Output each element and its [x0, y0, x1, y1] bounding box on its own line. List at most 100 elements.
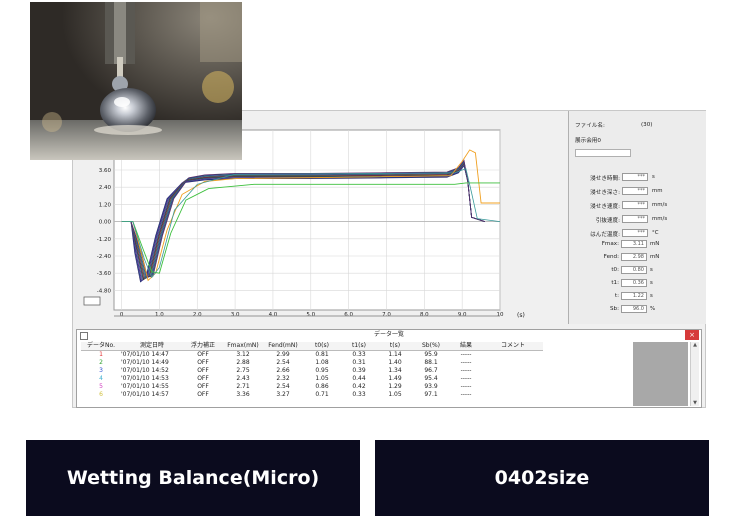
table-cell: 3 — [99, 367, 103, 374]
table-cell: 3.27 — [276, 391, 290, 398]
sample-name-label: 展示会用0 — [575, 138, 601, 144]
param-value-field[interactable]: *** — [622, 187, 648, 195]
table-cell: ----- — [460, 367, 472, 374]
table-cell: 2.54 — [276, 359, 290, 366]
column-header[interactable]: コメント — [483, 342, 543, 351]
param-value-field[interactable]: *** — [622, 201, 648, 209]
table-row[interactable]: 3 '07/01/10 14:52 OFF 2.75 2.66 0.95 0.39 1.34 9… — [81, 367, 543, 375]
table-row[interactable]: 4 '07/01/10 14:53 OFF 2.43 2.32 1.05 0.44 1.49 9… — [81, 375, 543, 383]
table-cell: 4 — [99, 375, 103, 382]
table-cell — [483, 351, 543, 360]
table-cell: 97.1 — [424, 391, 438, 398]
table-cell: ----- — [460, 351, 472, 358]
table-row[interactable]: 6 '07/01/10 14:57 OFF 3.36 3.27 0.71 0.33 1.05 9… — [81, 391, 543, 399]
result-value-field: 2.98 — [621, 253, 647, 261]
wetting-balance-micro-button[interactable]: Wetting Balance(Micro) — [26, 440, 360, 516]
table-cell: '07/01/10 14:49 — [121, 359, 169, 366]
table-cell: 2.99 — [276, 351, 290, 358]
param-label: はんだ温度: — [590, 232, 620, 238]
x-tick-label: 8.0 — [420, 312, 429, 318]
table-cell: 95.4 — [424, 375, 438, 382]
table-cell — [483, 391, 543, 399]
table-cell: 2.54 — [276, 383, 290, 390]
param-value-field[interactable]: *** — [622, 173, 648, 181]
table-cell: 0.95 — [315, 367, 329, 374]
result-unit: mN — [650, 254, 660, 260]
param-value-field[interactable]: *** — [622, 215, 648, 223]
parameter-panel: ファイル名: (30) 展示会用0 浸せき時間: *** s 浸せき深さ: *** mm 浸… — [568, 111, 706, 324]
result-unit: s — [650, 293, 653, 299]
result-label: t0: — [611, 267, 619, 273]
param-label: 浸せき深さ: — [590, 190, 620, 196]
result-label: t: — [614, 293, 619, 299]
scroll-down-icon[interactable]: ▼ — [691, 400, 699, 406]
y-tick-label: 3.60 — [99, 168, 112, 174]
column-header[interactable]: t(s) — [377, 342, 413, 351]
result-label: t1: — [611, 280, 619, 286]
table-cell: 0.42 — [352, 383, 366, 390]
table-cell: 1.49 — [388, 375, 402, 382]
y-tick-label: 0.00 — [99, 220, 112, 226]
size-0402-button[interactable]: 0402size — [375, 440, 709, 516]
column-header[interactable]: t0(s) — [303, 342, 341, 351]
file-name-label: ファイル名: — [575, 123, 605, 129]
column-header[interactable]: データNo. — [81, 342, 121, 351]
column-header[interactable]: 浮力補正 — [183, 342, 223, 351]
table-row[interactable]: 1 '07/01/10 14:47 OFF 3.12 2.99 0.81 0.33 1.14 9… — [81, 351, 543, 360]
column-header[interactable]: 結果 — [449, 342, 483, 351]
table-cell: OFF — [197, 383, 209, 390]
param-value-field[interactable]: *** — [622, 229, 648, 237]
result-value-field: 0.36 — [621, 279, 647, 287]
table-cell: 1.34 — [388, 367, 402, 374]
y-tick-label: -3.60 — [97, 271, 112, 277]
table-cell: OFF — [197, 367, 209, 374]
table-cell: 6 — [99, 391, 103, 398]
table-cell: ----- — [460, 359, 472, 366]
table-cell: 0.81 — [315, 351, 329, 358]
x-unit-label: (s) — [517, 312, 525, 319]
column-header[interactable]: Fend(mN) — [263, 342, 303, 351]
x-tick-label: 3.0 — [231, 312, 240, 318]
result-unit: s — [650, 267, 653, 273]
table-cell: 1.29 — [388, 383, 402, 390]
y-tick-label: -4.80 — [97, 288, 112, 294]
column-header[interactable]: Fmax(mN) — [223, 342, 263, 351]
table-cell: 95.9 — [424, 351, 438, 358]
table-scrollbar[interactable]: ▲ ▼ — [690, 342, 699, 406]
result-value-field: 96.0 — [621, 305, 647, 313]
close-button[interactable]: × — [685, 330, 699, 340]
table-cell: 1.08 — [315, 359, 329, 366]
table-cell: '07/01/10 14:57 — [121, 391, 169, 398]
table-row[interactable]: 5 '07/01/10 14:55 OFF 2.71 2.54 0.86 0.42 1.29 9… — [81, 383, 543, 391]
table-cell — [483, 383, 543, 391]
table-cell: 88.1 — [424, 359, 438, 366]
table-cell: 0.44 — [352, 375, 366, 382]
file-name-value: (30) — [641, 122, 653, 128]
param-unit: s — [652, 174, 655, 180]
param-unit: mm/s — [652, 216, 668, 222]
param-unit: mm/s — [652, 202, 668, 208]
table-cell: 3.36 — [236, 391, 250, 398]
scroll-up-icon[interactable]: ▲ — [691, 342, 699, 348]
table-cell: 2.66 — [276, 367, 290, 374]
table-cell: 96.7 — [424, 367, 438, 374]
table-empty-area — [633, 342, 688, 406]
column-header[interactable]: t1(s) — [341, 342, 377, 351]
table-cell: 0.31 — [352, 359, 366, 366]
table-cell: 2 — [99, 359, 103, 366]
table-cell: 1 — [99, 351, 103, 358]
table-cell: 1.14 — [388, 351, 402, 358]
table-cell: '07/01/10 14:47 — [121, 351, 169, 358]
y-tick-label: 1.20 — [99, 202, 112, 208]
column-header[interactable]: 測定日時 — [121, 342, 183, 351]
column-header[interactable]: Sb(%) — [413, 342, 449, 351]
table-cell: 1.40 — [388, 359, 402, 366]
solder-meniscus-photo — [30, 2, 242, 160]
x-tick-labels: 0 1.0 2.0 3.0 4.0 5.0 6.0 7.0 8.0 9.0 10 — [120, 312, 504, 318]
sample-name-field[interactable] — [575, 149, 631, 157]
table-row[interactable]: 2 '07/01/10 14:49 OFF 2.88 2.54 1.08 0.31 1.40 8… — [81, 359, 543, 367]
table-cell: OFF — [197, 359, 209, 366]
x-tick-label: 0 — [120, 312, 124, 318]
table-cell: 2.75 — [236, 367, 250, 374]
plot-mini-control[interactable] — [83, 296, 101, 306]
